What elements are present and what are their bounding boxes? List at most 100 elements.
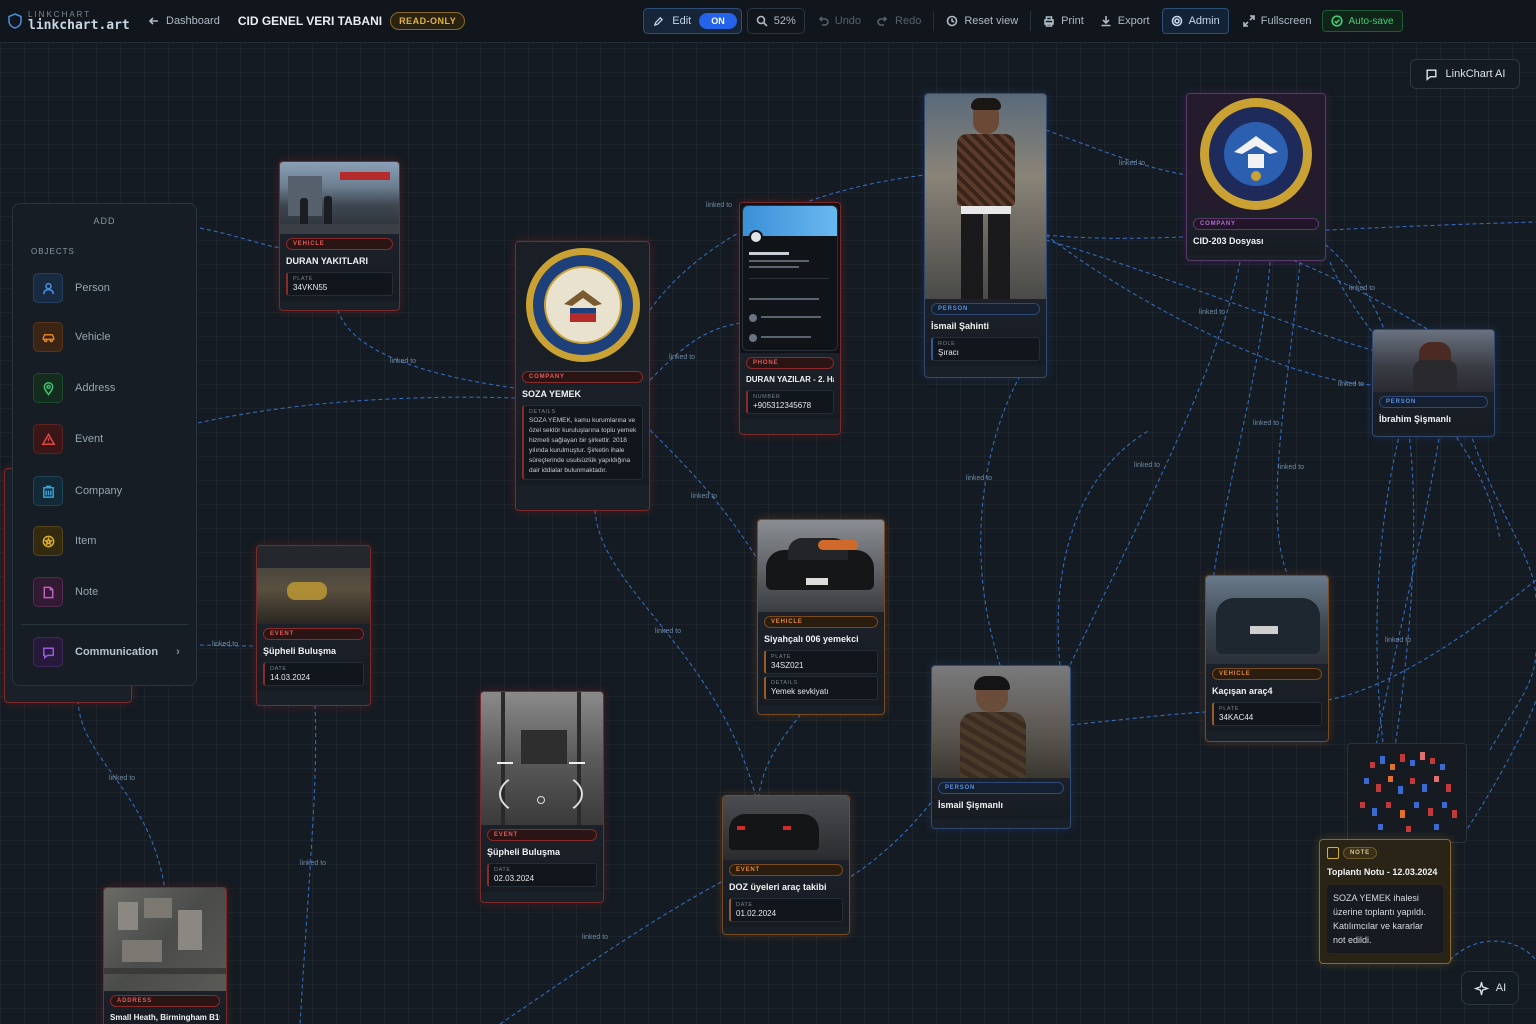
card-ibrahim-sismanli[interactable]: PERSON İbrahim Şişmanlı bbox=[1372, 329, 1495, 437]
person-icon bbox=[33, 273, 63, 303]
edit-on-pill[interactable]: ON bbox=[699, 13, 737, 29]
edit-toggle[interactable]: Edit ON bbox=[643, 8, 742, 34]
field-label: DETAILS bbox=[529, 409, 556, 415]
card-cid-203[interactable]: COMPANY CID-203 Dosyası bbox=[1186, 93, 1326, 261]
add-item-label: Item bbox=[75, 535, 97, 547]
brand-logo[interactable]: LINKCHART linkchart.art bbox=[8, 10, 140, 33]
redo-button[interactable]: Redo bbox=[869, 8, 929, 34]
pencil-icon bbox=[654, 16, 664, 26]
person-photo bbox=[925, 94, 1046, 299]
pixel-mosaic bbox=[1360, 752, 1457, 832]
card-title: CID-203 Dosyası bbox=[1193, 236, 1264, 246]
field-label: DATE bbox=[270, 666, 287, 672]
redo-icon bbox=[877, 16, 888, 26]
sparkle-icon bbox=[1473, 981, 1489, 995]
card-tag: VEHICLE bbox=[1212, 668, 1322, 680]
toolbar-divider bbox=[933, 11, 935, 31]
edge-label: linked to bbox=[669, 354, 695, 361]
card-title: Şüpheli Buluşma bbox=[263, 646, 337, 656]
arrow-left-icon bbox=[148, 17, 158, 25]
field-value: SOZA YEMEK, kamu kurumlarına ve özel sek… bbox=[529, 417, 637, 474]
ai-fab-button[interactable]: AI bbox=[1461, 971, 1519, 1005]
card-kacisan-vehicle[interactable]: VEHICLE Kaçışan araç4 PLATE 34KAC44 bbox=[1205, 575, 1329, 742]
add-company-button[interactable]: Company bbox=[33, 476, 122, 506]
card-mosaic-image[interactable] bbox=[1347, 743, 1467, 843]
add-event-button[interactable]: Event bbox=[33, 424, 103, 454]
card-note[interactable]: NOTE Toplantı Notu - 12.03.2024 SOZA YEM… bbox=[1319, 839, 1451, 964]
add-item-label: Company bbox=[75, 485, 123, 497]
edge-label: linked to bbox=[109, 775, 135, 782]
add-person-button[interactable]: Person bbox=[33, 273, 110, 303]
field-value: 34SZ021 bbox=[771, 661, 804, 670]
field-value: 01.02.2024 bbox=[736, 909, 777, 918]
print-button[interactable]: Print bbox=[1035, 8, 1092, 34]
card-title: Kaçışan araç4 bbox=[1212, 686, 1273, 696]
add-note-button[interactable]: Note bbox=[33, 577, 98, 607]
card-title: Şüpheli Buluşma bbox=[487, 847, 561, 857]
read-only-badge: READ-ONLY bbox=[390, 12, 466, 30]
edge-label: linked to bbox=[1199, 309, 1225, 316]
edge-label: linked to bbox=[300, 860, 326, 867]
note-icon bbox=[1327, 847, 1339, 859]
add-address-button[interactable]: Address bbox=[33, 373, 115, 403]
graph-canvas[interactable]: linked to linked to linked to linked to … bbox=[0, 0, 1536, 1024]
objects-section-label: OBJECTS bbox=[31, 247, 75, 256]
export-button[interactable]: Export bbox=[1092, 8, 1158, 34]
field-value: Şıracı bbox=[938, 348, 959, 357]
undo-icon bbox=[818, 16, 829, 26]
printer-icon bbox=[1044, 16, 1054, 27]
dashboard-button[interactable]: Dashboard bbox=[140, 8, 228, 34]
card-event-02-03[interactable]: EVENT Şüpheli Buluşma DATE 02.03.2024 bbox=[480, 691, 604, 903]
card-tag: PERSON bbox=[931, 303, 1040, 315]
export-label: Export bbox=[1117, 15, 1150, 27]
field-value: +905312345678 bbox=[753, 401, 812, 410]
undo-button[interactable]: Undo bbox=[809, 8, 869, 34]
auto-save-indicator[interactable]: Auto-save bbox=[1321, 10, 1403, 32]
add-panel-title: ADD bbox=[93, 216, 116, 226]
surveillance-photo bbox=[481, 692, 603, 825]
card-ismail-sismanli[interactable]: PERSON İsmail Şişmanlı bbox=[931, 665, 1071, 829]
card-duran-yakitlari[interactable]: VEHICLE DURAN YAKITLARI PLATE 34VKN55 bbox=[279, 161, 400, 311]
fullscreen-label: Fullscreen bbox=[1260, 15, 1312, 27]
card-tag: COMPANY bbox=[1193, 218, 1319, 230]
download-icon bbox=[1101, 16, 1111, 27]
zoom-level: 52% bbox=[773, 15, 796, 27]
chat-icon bbox=[33, 637, 63, 667]
linkchart-ai-button[interactable]: LinkChart AI bbox=[1410, 59, 1520, 89]
card-address[interactable]: ADDRESS Small Heath, Birmingham B10... bbox=[103, 887, 227, 1024]
card-phone[interactable]: PHONE DURAN YAZILAR - 2. Hat NUMBER +905… bbox=[739, 202, 841, 435]
map-aerial-image bbox=[104, 888, 226, 991]
card-tag: COMPANY bbox=[522, 371, 643, 383]
redo-label: Redo bbox=[895, 15, 922, 27]
shield-icon bbox=[8, 13, 22, 29]
card-ismail-sahinti[interactable]: PERSON İsmail Şahinti ROLE Şıracı bbox=[924, 93, 1047, 378]
card-tag: PERSON bbox=[938, 782, 1064, 794]
field-label: PLATE bbox=[293, 276, 314, 282]
edit-label: Edit bbox=[672, 15, 692, 27]
card-title: İsmail Şişmanlı bbox=[938, 800, 1004, 810]
card-soza-yemek[interactable]: COMPANY SOZA YEMEK DETAILS SOZA YEMEK, k… bbox=[515, 241, 650, 511]
edge-label: linked to bbox=[1134, 462, 1160, 469]
add-vehicle-button[interactable]: Vehicle bbox=[33, 322, 110, 352]
add-item-button[interactable]: Item bbox=[33, 526, 96, 556]
car-icon bbox=[33, 322, 63, 352]
company-seal-image bbox=[516, 242, 649, 367]
card-photo bbox=[280, 162, 399, 234]
zoom-control[interactable]: 52% bbox=[746, 8, 805, 34]
card-doz-event[interactable]: EVENT DOZ üyeleri araç takibi DATE 01.02… bbox=[722, 795, 850, 935]
admin-button[interactable]: Admin bbox=[1161, 8, 1229, 34]
edge-label: linked to bbox=[655, 628, 681, 635]
note-body: SOZA YEMEK ihalesi üzerine toplantı yapı… bbox=[1327, 885, 1443, 953]
add-communication-button[interactable]: Communication › bbox=[33, 637, 180, 667]
card-event-14-03[interactable]: EVENT Şüpheli Buluşma DATE 14.03.2024 bbox=[256, 545, 371, 706]
card-siyahcali-vehicle[interactable]: VEHICLE Siyahçalı 006 yemekci PLATE 34SZ… bbox=[757, 519, 885, 715]
card-title: DOZ üyeleri araç takibi bbox=[729, 882, 827, 892]
edge-label: linked to bbox=[966, 475, 992, 482]
toolbar-divider bbox=[1030, 11, 1032, 31]
card-tag: PHONE bbox=[746, 357, 834, 369]
top-toolbar: LINKCHART linkchart.art Dashboard CID GE… bbox=[0, 0, 1536, 43]
fullscreen-button[interactable]: Fullscreen bbox=[1235, 8, 1320, 34]
reset-view-button[interactable]: Reset view bbox=[938, 8, 1026, 34]
card-title: İbrahim Şişmanlı bbox=[1379, 414, 1452, 424]
person-photo bbox=[1373, 330, 1494, 392]
